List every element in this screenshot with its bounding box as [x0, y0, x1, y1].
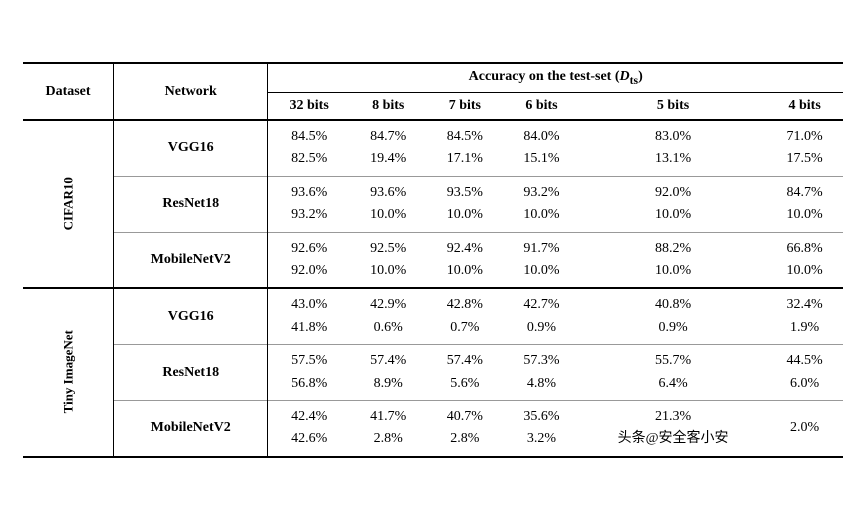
bits-32: 32 bits	[268, 93, 350, 121]
accuracy-cell: 92.6%92.0%	[268, 232, 350, 288]
accuracy-cell: 43.0%41.8%	[268, 288, 350, 344]
accuracy-cell: 32.4%1.9%	[766, 288, 843, 344]
accuracy-cell: 2.0%	[766, 400, 843, 456]
accuracy-cell: 93.6%93.2%	[268, 176, 350, 232]
dataset-cell: Tiny ImageNet	[23, 288, 114, 456]
accuracy-cell: 55.7%6.4%	[580, 345, 766, 401]
table-row: ResNet1857.5%56.8%57.4%8.9%57.4%5.6%57.3…	[23, 345, 843, 401]
accuracy-cell: 42.8%0.7%	[427, 288, 504, 344]
accuracy-cell: 84.7%19.4%	[350, 120, 427, 176]
accuracy-cell: 35.6%3.2%	[503, 400, 580, 456]
accuracy-cell: 57.5%56.8%	[268, 345, 350, 401]
bits-8: 8 bits	[350, 93, 427, 121]
accuracy-cell: 57.4%8.9%	[350, 345, 427, 401]
accuracy-cell: 42.7%0.9%	[503, 288, 580, 344]
accuracy-cell: 21.3%头条@安全客小安	[580, 400, 766, 456]
accuracy-cell: 92.5%10.0%	[350, 232, 427, 288]
network-cell: ResNet18	[114, 176, 268, 232]
table-row: ResNet1893.6%93.2%93.6%10.0%93.5%10.0%93…	[23, 176, 843, 232]
accuracy-cell: 42.9%0.6%	[350, 288, 427, 344]
accuracy-cell: 84.5%82.5%	[268, 120, 350, 176]
bits-4: 4 bits	[766, 93, 843, 121]
accuracy-cell: 71.0%17.5%	[766, 120, 843, 176]
accuracy-cell: 84.5%17.1%	[427, 120, 504, 176]
accuracy-cell: 84.0%15.1%	[503, 120, 580, 176]
accuracy-cell: 40.8%0.9%	[580, 288, 766, 344]
network-cell: VGG16	[114, 120, 268, 176]
network-cell: MobileNetV2	[114, 400, 268, 456]
bits-6: 6 bits	[503, 93, 580, 121]
accuracy-cell: 93.5%10.0%	[427, 176, 504, 232]
accuracy-cell: 66.8%10.0%	[766, 232, 843, 288]
accuracy-cell: 93.6%10.0%	[350, 176, 427, 232]
accuracy-cell: 42.4%42.6%	[268, 400, 350, 456]
accuracy-cell: 57.4%5.6%	[427, 345, 504, 401]
accuracy-cell: 44.5%6.0%	[766, 345, 843, 401]
header-row-1: Dataset Network Accuracy on the test-set…	[23, 63, 843, 92]
accuracy-cell: 88.2%10.0%	[580, 232, 766, 288]
accuracy-table: Dataset Network Accuracy on the test-set…	[23, 62, 843, 457]
dataset-cell: CIFAR10	[23, 120, 114, 288]
bits-7: 7 bits	[427, 93, 504, 121]
accuracy-cell: 92.4%10.0%	[427, 232, 504, 288]
accuracy-cell: 92.0%10.0%	[580, 176, 766, 232]
accuracy-cell: 83.0%13.1%	[580, 120, 766, 176]
accuracy-cell: 91.7%10.0%	[503, 232, 580, 288]
network-cell: VGG16	[114, 288, 268, 344]
accuracy-cell: 84.7%10.0%	[766, 176, 843, 232]
table-wrapper: Dataset Network Accuracy on the test-set…	[23, 62, 843, 457]
accuracy-cell: 40.7%2.8%	[427, 400, 504, 456]
accuracy-cell: 93.2%10.0%	[503, 176, 580, 232]
table-row: CIFAR10VGG1684.5%82.5%84.7%19.4%84.5%17.…	[23, 120, 843, 176]
table-row: MobileNetV292.6%92.0%92.5%10.0%92.4%10.0…	[23, 232, 843, 288]
dataset-header: Dataset	[23, 63, 114, 120]
network-header: Network	[114, 63, 268, 120]
network-cell: MobileNetV2	[114, 232, 268, 288]
network-cell: ResNet18	[114, 345, 268, 401]
accuracy-cell: 57.3%4.8%	[503, 345, 580, 401]
accuracy-cell: 41.7%2.8%	[350, 400, 427, 456]
table-row: MobileNetV242.4%42.6%41.7%2.8%40.7%2.8%3…	[23, 400, 843, 456]
table-row: Tiny ImageNetVGG1643.0%41.8%42.9%0.6%42.…	[23, 288, 843, 344]
accuracy-header: Accuracy on the test-set (Dts)	[268, 63, 843, 92]
bits-5: 5 bits	[580, 93, 766, 121]
